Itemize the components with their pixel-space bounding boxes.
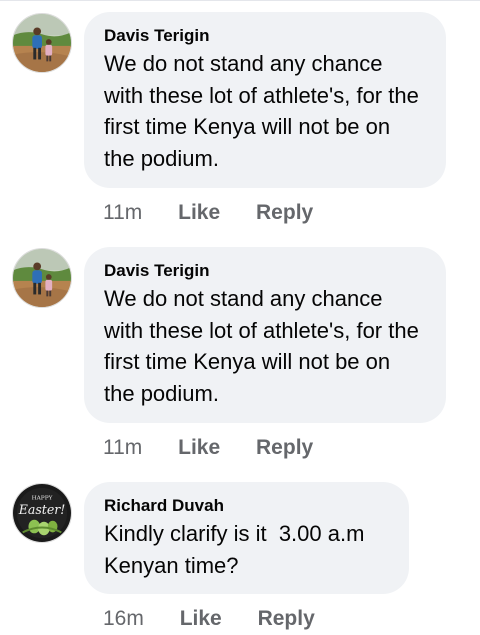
comment-bubble[interactable]: Richard Duvah Kindly clarify is it 3.00 … <box>84 482 409 594</box>
like-button[interactable]: Like <box>178 200 220 226</box>
comment-actions: 11m Like Reply <box>103 435 313 461</box>
person-outdoors-photo-icon <box>13 14 71 72</box>
like-button[interactable]: Like <box>180 606 222 632</box>
comment-text: Kindly clarify is it 3.00 a.m Kenyan tim… <box>104 521 371 578</box>
comment-timestamp[interactable]: 11m <box>103 200 142 226</box>
top-divider <box>0 0 480 1</box>
reply-button[interactable]: Reply <box>258 606 315 632</box>
easter-greeting-icon: HAPPY Easter! <box>13 484 71 542</box>
like-button[interactable]: Like <box>178 435 220 461</box>
avatar[interactable] <box>12 248 72 308</box>
avatar[interactable] <box>12 13 72 73</box>
comment-text: We do not stand any chance with these lo… <box>104 51 419 171</box>
svg-text:HAPPY: HAPPY <box>32 495 53 501</box>
comment-author[interactable]: Davis Terigin <box>104 26 426 46</box>
comment-author[interactable]: Richard Duvah <box>104 496 389 516</box>
avatar[interactable]: HAPPY Easter! <box>12 483 72 543</box>
comment-timestamp[interactable]: 16m <box>103 606 144 632</box>
reply-button[interactable]: Reply <box>256 435 313 461</box>
comment-timestamp[interactable]: 11m <box>103 435 142 461</box>
svg-text:Easter!: Easter! <box>18 502 66 517</box>
comment-author[interactable]: Davis Terigin <box>104 261 426 281</box>
comment-text: We do not stand any chance with these lo… <box>104 286 419 406</box>
comment-actions: 16m Like Reply <box>103 606 315 632</box>
comment-bubble[interactable]: Davis Terigin We do not stand any chance… <box>84 12 446 188</box>
comment-actions: 11m Like Reply <box>103 200 313 226</box>
comment-bubble[interactable]: Davis Terigin We do not stand any chance… <box>84 247 446 423</box>
reply-button[interactable]: Reply <box>256 200 313 226</box>
person-outdoors-photo-icon <box>13 249 71 307</box>
